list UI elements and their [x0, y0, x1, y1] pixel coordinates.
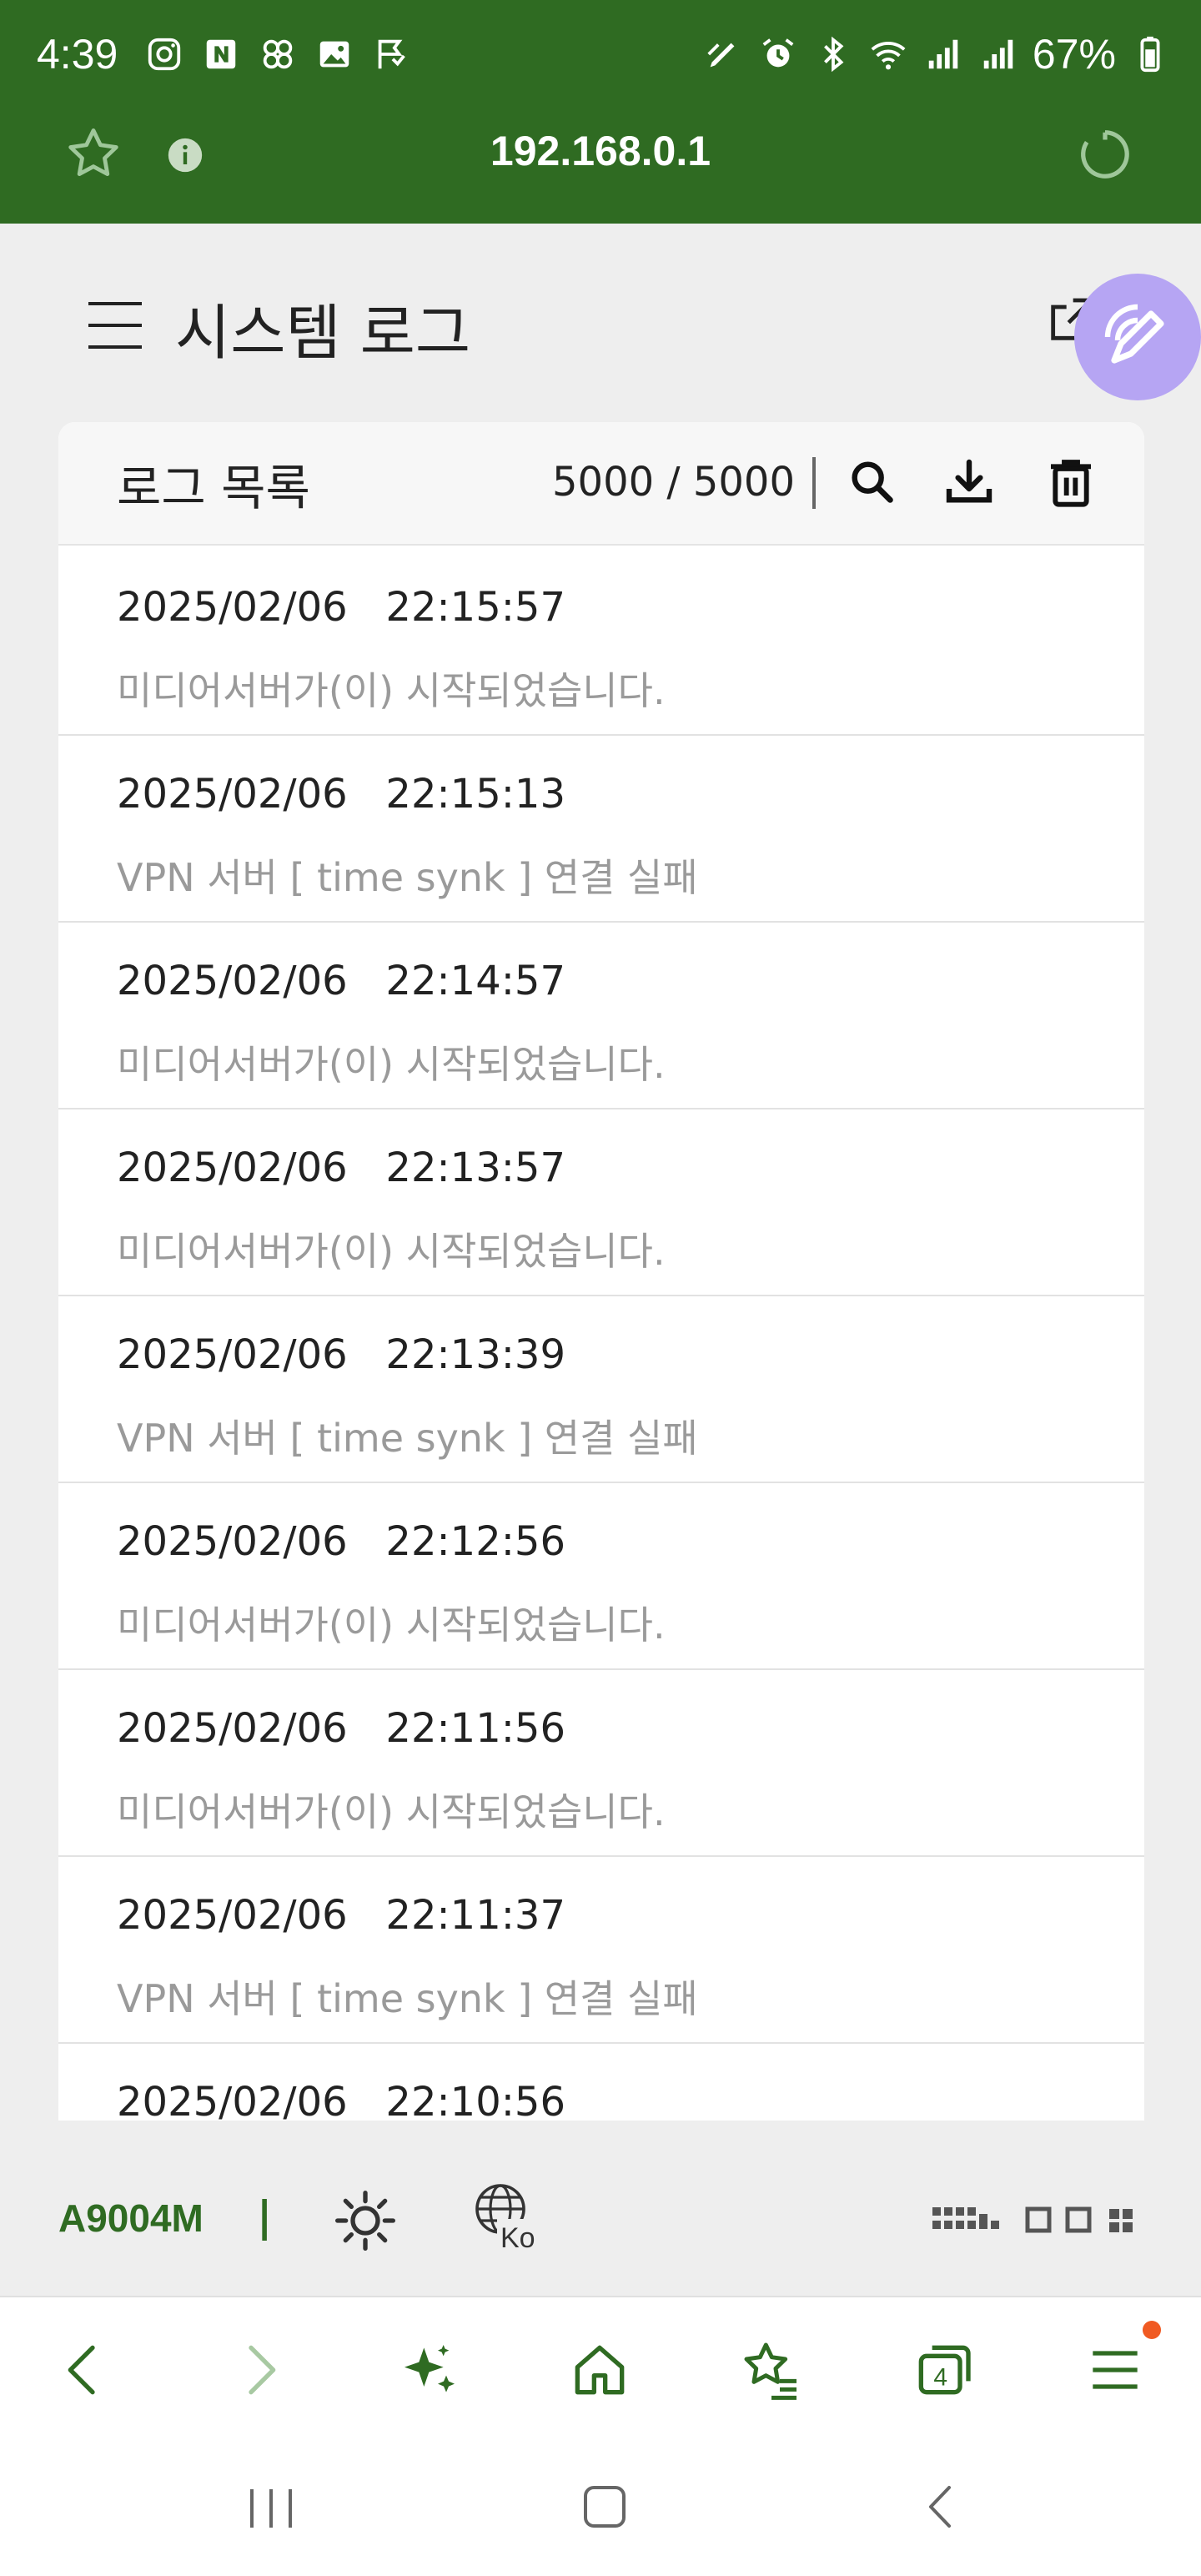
battery-icon: [1129, 33, 1171, 75]
hamburger-menu-icon[interactable]: [88, 300, 142, 350]
status-bar: 4:39 67%: [0, 0, 1201, 110]
pinwheel-icon: [257, 33, 299, 75]
log-timestamp: 2025/02/06 22:15:13: [117, 771, 566, 818]
back-button[interactable]: [47, 2332, 122, 2407]
list-item[interactable]: 2025/02/06 22:14:57 미디어서버가(이) 시작되었습니다.: [58, 923, 1144, 1109]
pen-icon: [702, 33, 744, 75]
list-item[interactable]: 2025/02/06 22:12:56 미디어서버가(이) 시작되었습니다.: [58, 1483, 1144, 1670]
signal-icon: [977, 33, 1019, 75]
url-text[interactable]: 192.168.0.1: [0, 127, 1201, 175]
search-button[interactable]: [842, 452, 902, 512]
status-time: 4:39: [37, 31, 118, 78]
page-title: 시스템 로그: [175, 298, 471, 368]
search-icon: [852, 461, 893, 503]
list-item[interactable]: 2025/02/06 22:13:39 VPN 서버 [ time synk ]…: [58, 1296, 1144, 1483]
back-nav-button[interactable]: [904, 2469, 979, 2544]
list-item[interactable]: 2025/02/06 22:13:57 미디어서버가(이) 시작되었습니다.: [58, 1109, 1144, 1296]
star-list-icon: [744, 2342, 796, 2400]
log-list[interactable]: 2025/02/06 22:15:57 미디어서버가(이) 시작되었습니다. 2…: [58, 549, 1144, 2121]
log-timestamp: 2025/02/06 22:15:57: [117, 584, 566, 631]
delete-button[interactable]: [1041, 452, 1101, 512]
list-item[interactable]: 2025/02/06 22:15:13 VPN 서버 [ time synk ]…: [58, 736, 1144, 923]
log-message: VPN 서버 [ time synk ] 연결 실패: [117, 1976, 698, 2021]
instagram-icon: [143, 33, 185, 75]
wifi-icon: [867, 33, 909, 75]
sign-icon: [370, 33, 412, 75]
log-timestamp: 2025/02/06 22:11:56: [117, 1705, 566, 1752]
list-item[interactable]: 2025/02/06 22:10:56: [58, 2044, 1144, 2121]
log-message: VPN 서버 [ time synk ] 연결 실패: [117, 1416, 698, 1461]
brightness-icon[interactable]: [332, 2187, 399, 2254]
download-icon: [946, 459, 992, 503]
list-item[interactable]: 2025/02/06 22:11:56 미디어서버가(이) 시작되었습니다.: [58, 1670, 1144, 1857]
home-button[interactable]: [562, 2332, 637, 2407]
log-message: VPN 서버 [ time synk ] 연결 실패: [117, 855, 698, 900]
recent-apps-button[interactable]: [234, 2469, 309, 2544]
signal-icon: [922, 33, 964, 75]
edit-fab-button[interactable]: [1074, 274, 1201, 400]
log-message: 미디어서버가(이) 시작되었습니다.: [117, 1042, 666, 1087]
forward-button[interactable]: [222, 2332, 297, 2407]
svg-text:4: 4: [933, 2363, 947, 2391]
log-timestamp: 2025/02/06 22:10:56: [117, 2079, 566, 2121]
log-message: 미디어서버가(이) 시작되었습니다.: [117, 1789, 666, 1834]
log-message: 미디어서버가(이) 시작되었습니다.: [117, 1602, 666, 1648]
home-nav-button[interactable]: [567, 2469, 642, 2544]
footer-separator: |: [257, 2192, 273, 2241]
reload-icon[interactable]: [1076, 125, 1134, 184]
log-count: 5000 / 5000: [552, 459, 795, 506]
browser-header: 4:39 67% 192.168.0.1: [0, 0, 1201, 224]
home-icon: [575, 2345, 625, 2395]
log-timestamp: 2025/02/06 22:11:37: [117, 1892, 566, 1939]
log-message: 미디어서버가(이) 시작되었습니다.: [117, 1229, 666, 1274]
log-message: 미디어서버가(이) 시작되었습니다.: [117, 668, 666, 713]
naver-icon: [200, 33, 242, 75]
language-code: Ko: [500, 2222, 535, 2251]
model-name: A9004M: [58, 2196, 204, 2240]
alarm-icon: [757, 33, 799, 75]
download-button[interactable]: [939, 452, 999, 512]
log-card-title: 로그 목록: [117, 460, 310, 516]
bookmarks-button[interactable]: [734, 2332, 809, 2407]
log-card-header: 로그 목록 5000 / 5000: [58, 422, 1144, 546]
bluetooth-icon: [812, 33, 854, 75]
log-card: 로그 목록 5000 / 5000 2025/02/06 22:15:57 미디…: [58, 422, 1144, 2121]
sparkle-icon: [405, 2345, 455, 2392]
layout-grid-icon[interactable]: [932, 2206, 1141, 2239]
chevron-right-icon: [249, 2345, 276, 2395]
gallery-icon: [314, 33, 355, 75]
tabs-icon: 4: [918, 2345, 971, 2395]
trash-icon: [1051, 460, 1091, 507]
log-timestamp: 2025/02/06 22:12:56: [117, 1518, 566, 1565]
battery-percent: 67%: [1032, 31, 1116, 78]
notification-dot: [1143, 2321, 1161, 2339]
home-square-icon: [584, 2486, 626, 2528]
ai-sparkle-button[interactable]: [392, 2332, 467, 2407]
tabs-button[interactable]: 4: [906, 2332, 981, 2407]
chevron-left-icon: [68, 2345, 95, 2395]
back-chevron-icon: [929, 2486, 951, 2528]
browser-menu-button[interactable]: [1078, 2332, 1153, 2407]
log-timestamp: 2025/02/06 22:13:57: [117, 1145, 566, 1191]
log-timestamp: 2025/02/06 22:14:57: [117, 958, 566, 1004]
language-globe-icon[interactable]: Ko: [474, 2182, 537, 2254]
menu-icon: [1093, 2351, 1138, 2389]
pen-edit-icon: [1104, 304, 1164, 364]
header-divider: [812, 457, 816, 509]
recent-apps-icon: [250, 2489, 292, 2528]
list-item[interactable]: 2025/02/06 22:11:37 VPN 서버 [ time synk ]…: [58, 1857, 1144, 2044]
list-item[interactable]: 2025/02/06 22:15:57 미디어서버가(이) 시작되었습니다.: [58, 549, 1144, 736]
log-timestamp: 2025/02/06 22:13:39: [117, 1331, 566, 1378]
